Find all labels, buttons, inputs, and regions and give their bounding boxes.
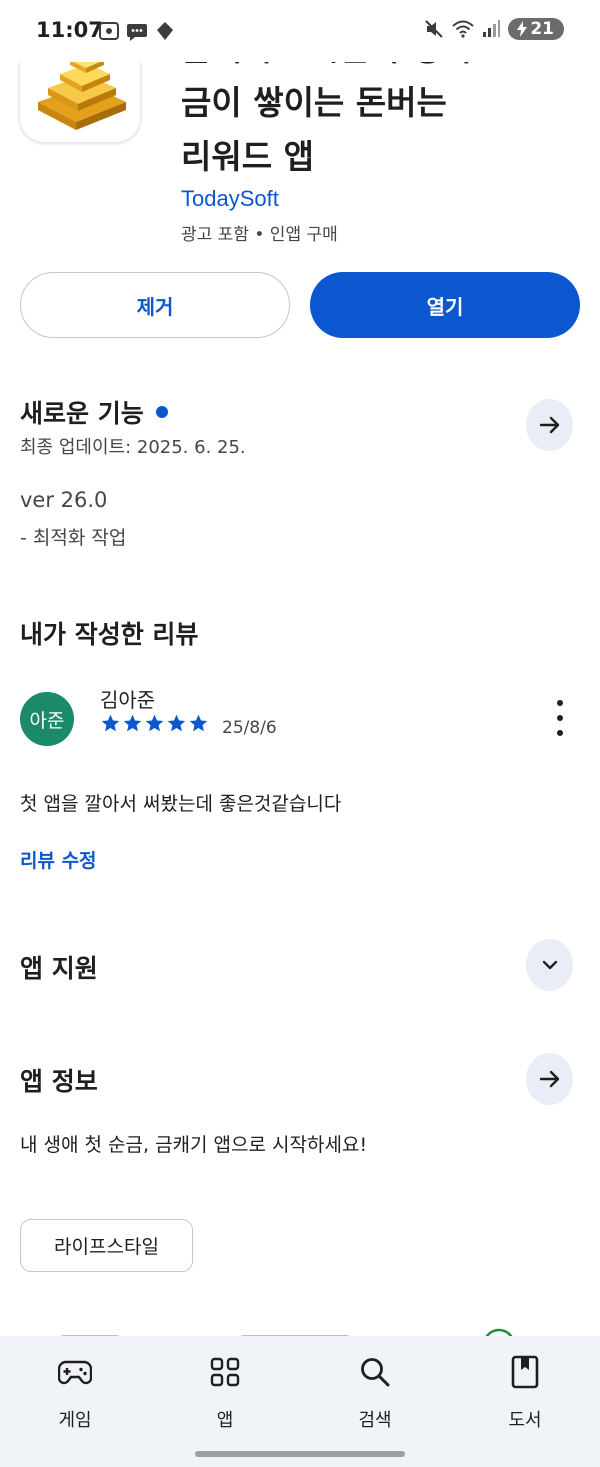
arrow-right-icon bbox=[539, 1070, 559, 1088]
my-review-title: 내가 작성한 리뷰 bbox=[20, 620, 199, 649]
reviewer-name: 김아준 bbox=[100, 688, 156, 712]
arrow-right-icon bbox=[539, 416, 559, 434]
more-vert-icon bbox=[557, 700, 563, 706]
battery-level: 21 bbox=[530, 19, 554, 39]
star-icon bbox=[189, 714, 208, 732]
whats-new-title: 새로운 기능 bbox=[20, 399, 144, 428]
mute-icon bbox=[425, 20, 444, 38]
nav-label-games: 게임 bbox=[58, 1410, 92, 1431]
app-info-title[interactable]: 앱 정보 bbox=[20, 1062, 98, 1098]
status-time: 11:07 bbox=[36, 18, 103, 42]
app-support-expand-button[interactable] bbox=[526, 939, 573, 991]
new-indicator-dot bbox=[155, 406, 168, 418]
status-bar: 11:07 21 bbox=[0, 0, 600, 62]
developer-link[interactable]: TodaySoft bbox=[181, 186, 279, 212]
battery-indicator: 21 bbox=[508, 18, 564, 40]
open-button[interactable]: 열기 bbox=[310, 272, 580, 338]
category-chip[interactable]: 라이프스타일 bbox=[20, 1219, 193, 1272]
whats-new-header[interactable]: 새로운 기능 bbox=[20, 394, 168, 430]
more-options-button[interactable] bbox=[548, 700, 572, 736]
apps-grid-icon bbox=[210, 1354, 240, 1390]
app-info-arrow-button[interactable] bbox=[526, 1053, 573, 1105]
search-icon bbox=[359, 1354, 391, 1390]
star-icon bbox=[145, 714, 164, 732]
signal-icon bbox=[483, 20, 501, 37]
star-icon bbox=[167, 714, 186, 732]
charging-bolt-icon bbox=[517, 21, 528, 37]
gamepad-icon bbox=[58, 1354, 92, 1390]
nav-item-apps[interactable]: 앱 bbox=[150, 1336, 300, 1446]
release-notes: - 최적화 작업 bbox=[20, 527, 127, 549]
gesture-handle[interactable] bbox=[195, 1451, 405, 1457]
bottom-navigation: 게임 앱 검색 도서 bbox=[0, 1336, 600, 1467]
wifi-icon bbox=[452, 20, 474, 38]
avatar: 아준 bbox=[20, 692, 74, 746]
star-icon bbox=[123, 714, 142, 732]
book-icon bbox=[511, 1354, 539, 1390]
edit-review-link[interactable]: 리뷰 수정 bbox=[20, 846, 97, 873]
nav-item-games[interactable]: 게임 bbox=[0, 1336, 150, 1446]
app-notification-icon bbox=[157, 22, 173, 40]
nav-item-books[interactable]: 도서 bbox=[450, 1336, 600, 1446]
star-icon bbox=[101, 714, 120, 732]
app-description: 내 생애 첫 순금, 금캐기 앱으로 시작하세요! bbox=[20, 1134, 368, 1156]
uninstall-button[interactable]: 제거 bbox=[20, 272, 290, 338]
star-rating bbox=[100, 713, 209, 734]
nav-item-search[interactable]: 검색 bbox=[300, 1336, 450, 1446]
screenshot-notification-icon bbox=[99, 22, 119, 40]
nav-label-apps: 앱 bbox=[216, 1410, 234, 1431]
app-title-line-3: 리워드 앱 bbox=[181, 137, 314, 176]
notification-icons bbox=[98, 20, 176, 42]
app-support-title[interactable]: 앱 지원 bbox=[20, 949, 98, 985]
app-title-line-2: 금이 쌓이는 돈버는 bbox=[181, 83, 447, 122]
review-date: 25/8/6 bbox=[222, 718, 277, 738]
system-icons: 21 bbox=[424, 18, 564, 40]
nav-label-books: 도서 bbox=[508, 1410, 542, 1431]
whats-new-arrow-button[interactable] bbox=[526, 399, 573, 451]
chat-notification-icon bbox=[127, 24, 147, 41]
chevron-down-icon bbox=[542, 960, 557, 970]
review-text: 첫 앱을 깔아서 써봤는데 좋은것같습니다 bbox=[20, 793, 342, 815]
nav-label-search: 검색 bbox=[358, 1410, 392, 1431]
app-meta: 광고 포함 • 인앱 구매 bbox=[181, 225, 338, 245]
version-text: ver 26.0 bbox=[20, 488, 108, 512]
last-updated: 최종 업데이트: 2025. 6. 25. bbox=[20, 437, 246, 458]
